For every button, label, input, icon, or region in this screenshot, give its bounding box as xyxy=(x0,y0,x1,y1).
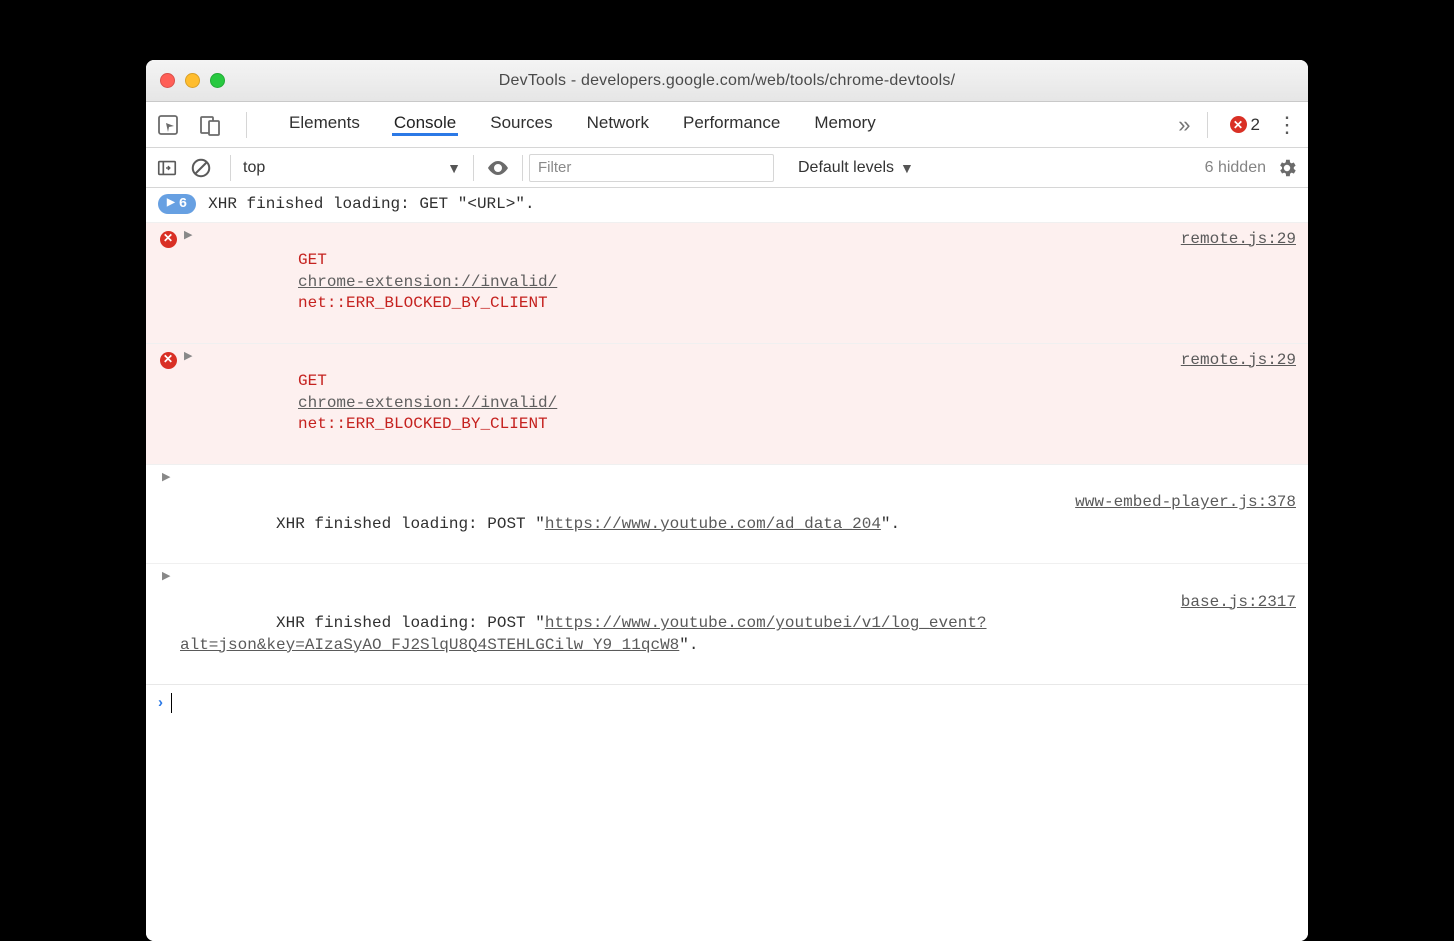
source-link[interactable]: www-embed-player.js:378 xyxy=(1075,492,1296,514)
console-prompt[interactable]: › xyxy=(146,684,1308,721)
chevron-down-icon: ▼ xyxy=(900,160,914,176)
message-text: GET chrome-extension://invalid/ net::ERR… xyxy=(202,229,1296,337)
console-row-log[interactable]: ▶ www-embed-player.js:378 XHR finished l… xyxy=(146,464,1308,563)
error-code: net::ERR_BLOCKED_BY_CLIENT xyxy=(298,415,548,433)
console-sidebar-toggle-icon[interactable] xyxy=(156,157,178,179)
separator xyxy=(230,155,231,181)
main-tabbar: Elements Console Sources Network Perform… xyxy=(146,102,1308,148)
console-settings-icon[interactable] xyxy=(1276,157,1298,179)
chevron-right-icon: ▶ xyxy=(167,197,175,211)
tab-performance[interactable]: Performance xyxy=(681,113,782,136)
more-options-button[interactable]: ⋮ xyxy=(1276,112,1298,138)
message-count-pill[interactable]: ▶ 6 xyxy=(158,194,196,214)
log-levels-selector[interactable]: Default levels ▼ xyxy=(798,159,914,177)
source-link[interactable]: remote.js:29 xyxy=(1181,350,1296,372)
source-link[interactable]: remote.js:29 xyxy=(1181,229,1296,251)
error-icon: ✕ xyxy=(160,352,177,369)
separator xyxy=(1207,112,1208,138)
console-row-error[interactable]: ✕ ▶ GET chrome-extension://invalid/ net:… xyxy=(146,222,1308,343)
context-value: top xyxy=(243,159,265,177)
error-code: net::ERR_BLOCKED_BY_CLIENT xyxy=(298,294,548,312)
error-count-badge[interactable]: ✕ 2 xyxy=(1230,115,1260,135)
http-method: GET xyxy=(298,372,327,390)
window-title: DevTools - developers.google.com/web/too… xyxy=(146,72,1308,90)
message-text: base.js:2317 XHR finished loading: POST … xyxy=(180,570,1296,678)
source-link[interactable]: base.js:2317 xyxy=(1181,592,1296,614)
maximize-window-button[interactable] xyxy=(210,73,225,88)
tab-memory[interactable]: Memory xyxy=(812,113,877,136)
tabs-overflow-button[interactable]: » xyxy=(1178,112,1190,138)
separator xyxy=(246,112,247,138)
minimize-window-button[interactable] xyxy=(185,73,200,88)
error-icon: ✕ xyxy=(1230,116,1247,133)
panel-tabs: Elements Console Sources Network Perform… xyxy=(287,113,878,136)
console-messages: ▶ 6 XHR finished loading: GET "<URL>". ✕… xyxy=(146,188,1308,941)
devtools-window: DevTools - developers.google.com/web/too… xyxy=(146,60,1308,941)
request-url[interactable]: https://www.youtube.com/ad_data_204 xyxy=(545,515,881,533)
text-cursor xyxy=(171,693,172,713)
levels-label: Default levels xyxy=(798,159,894,177)
console-row-summary[interactable]: ▶ 6 XHR finished loading: GET "<URL>". xyxy=(146,188,1308,222)
chevron-right-icon[interactable]: ▶ xyxy=(184,229,196,244)
tab-elements[interactable]: Elements xyxy=(287,113,362,136)
prompt-caret-icon: › xyxy=(158,694,163,711)
clear-console-icon[interactable] xyxy=(190,157,212,179)
inspect-element-icon[interactable] xyxy=(156,113,180,137)
empty-space xyxy=(146,721,1308,941)
console-toolbar: top ▼ Default levels ▼ 6 hidden xyxy=(146,148,1308,188)
execution-context-selector[interactable]: top ▼ xyxy=(237,159,467,177)
pill-count: 6 xyxy=(179,195,187,214)
tab-sources[interactable]: Sources xyxy=(488,113,554,136)
chevron-right-icon[interactable]: ▶ xyxy=(162,570,174,585)
chevron-right-icon[interactable]: ▶ xyxy=(162,471,174,486)
error-count: 2 xyxy=(1251,115,1260,135)
chevron-down-icon: ▼ xyxy=(447,160,461,176)
device-toolbar-icon[interactable] xyxy=(198,113,222,137)
close-window-button[interactable] xyxy=(160,73,175,88)
titlebar: DevTools - developers.google.com/web/too… xyxy=(146,60,1308,102)
separator xyxy=(473,155,474,181)
console-row-log[interactable]: ▶ base.js:2317 XHR finished loading: POS… xyxy=(146,563,1308,684)
tab-network[interactable]: Network xyxy=(585,113,651,136)
console-row-error[interactable]: ✕ ▶ GET chrome-extension://invalid/ net:… xyxy=(146,343,1308,464)
request-url[interactable]: chrome-extension://invalid/ xyxy=(298,394,557,412)
separator xyxy=(522,155,523,181)
live-expression-icon[interactable] xyxy=(486,156,510,180)
http-method: GET xyxy=(298,251,327,269)
filter-input[interactable] xyxy=(529,154,774,182)
hidden-messages-count[interactable]: 6 hidden xyxy=(1205,159,1276,177)
window-controls xyxy=(160,73,225,88)
message-text: XHR finished loading: GET "<URL>". xyxy=(208,194,1296,216)
chevron-right-icon[interactable]: ▶ xyxy=(184,350,196,365)
tab-console[interactable]: Console xyxy=(392,113,458,136)
message-text: www-embed-player.js:378 XHR finished loa… xyxy=(180,471,1296,557)
message-text: GET chrome-extension://invalid/ net::ERR… xyxy=(202,350,1296,458)
error-icon: ✕ xyxy=(160,231,177,248)
request-url[interactable]: chrome-extension://invalid/ xyxy=(298,273,557,291)
